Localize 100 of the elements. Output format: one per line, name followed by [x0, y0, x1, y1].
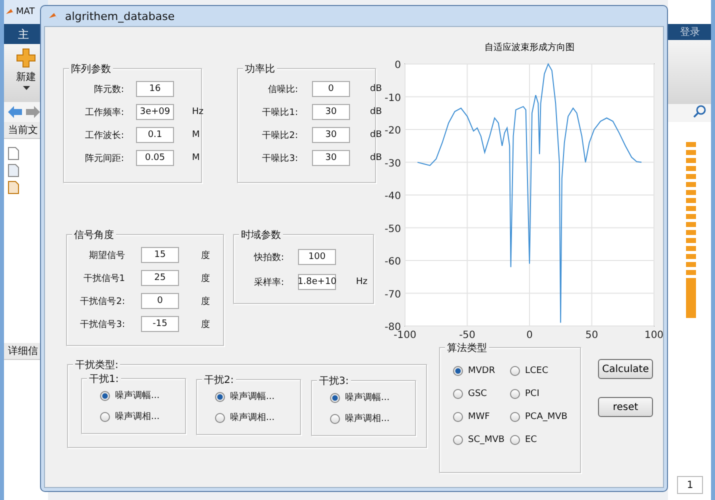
chart-title: 自适应波束形成方向图 — [484, 43, 574, 53]
radio-icon[interactable] — [330, 414, 340, 424]
file-icon[interactable] — [8, 181, 19, 194]
radio-icon[interactable] — [330, 392, 340, 402]
radio-option[interactable]: SC_MVB — [453, 435, 510, 445]
input-field[interactable]: 0.05 — [136, 150, 174, 166]
radio-option[interactable]: 噪声调相... — [100, 410, 185, 423]
radio-option[interactable]: PCA_MVB — [510, 412, 580, 422]
input-field[interactable]: 0.1 — [136, 127, 174, 143]
field-label: 阵元间距: — [84, 152, 124, 164]
input-field[interactable]: 16 — [136, 81, 174, 97]
radio-option[interactable]: 噪声调相... — [330, 412, 415, 425]
unit-label: 度 — [200, 272, 211, 284]
y-tick-label: -70 — [384, 289, 401, 300]
unit-label: 度 — [200, 296, 211, 308]
page-field[interactable]: 1 — [677, 476, 703, 494]
radio-icon[interactable] — [453, 389, 463, 399]
radio-icon[interactable] — [510, 389, 520, 399]
field-label: 采样率: — [252, 276, 284, 288]
radio-icon[interactable] — [215, 392, 225, 402]
field-label: 干扰信号3: — [79, 318, 125, 330]
radio-option[interactable]: 噪声调幅... — [215, 390, 300, 403]
radio-icon[interactable] — [453, 366, 463, 376]
x-tick-label: 50 — [585, 330, 598, 341]
radio-option[interactable]: MVDR — [453, 366, 510, 376]
field-label: 干扰信号2: — [79, 296, 125, 308]
input-field[interactable]: 0 — [312, 81, 350, 97]
field-label: 信噪比: — [266, 84, 298, 96]
radio-icon[interactable] — [510, 366, 520, 376]
panel-title: 干扰类型: — [73, 358, 120, 372]
radio-icon[interactable] — [453, 435, 463, 445]
input-field[interactable]: 1.8e+10 — [298, 274, 336, 290]
radio-option[interactable]: 噪声调幅... — [100, 389, 185, 402]
panel-title: 干扰2: — [202, 373, 236, 387]
window-title: algrithem_database — [65, 10, 175, 22]
unit-label: Hz — [191, 107, 204, 117]
x-tick-label: 0 — [526, 330, 533, 341]
unit-label: dB — [369, 130, 382, 140]
radio-option[interactable]: 噪声调相... — [215, 411, 300, 424]
field-label: 干扰信号1 — [82, 272, 125, 284]
unit-label: 度 — [200, 250, 211, 262]
reset-button[interactable]: reset — [598, 397, 653, 417]
y-tick-label: -10 — [384, 92, 401, 104]
field-label: 快拍数: — [252, 252, 284, 264]
input-field[interactable]: -15 — [141, 316, 179, 332]
panel-title: 算法类型 — [445, 341, 489, 355]
file-icon[interactable] — [8, 147, 19, 160]
y-tick-label: -40 — [384, 191, 401, 202]
new-button[interactable]: 新建 — [16, 70, 36, 84]
radio-icon[interactable] — [100, 412, 110, 422]
field-label: 干噪比3: — [261, 152, 298, 164]
unit-label: dB — [369, 84, 382, 94]
ribbon-tab[interactable]: 主 — [18, 26, 29, 42]
input-field[interactable]: 25 — [141, 270, 179, 286]
x-tick-label: -100 — [394, 330, 416, 341]
forward-arrow-icon[interactable] — [26, 106, 40, 118]
app-title: MAT — [16, 7, 35, 17]
unit-label: 度 — [200, 318, 211, 330]
plus-icon[interactable] — [16, 48, 36, 68]
panel-title: 干扰1: — [87, 372, 121, 386]
input-field[interactable]: 30 — [312, 104, 350, 120]
panel-title: 功率比 — [243, 62, 277, 76]
field-label: 干噪比1: — [261, 106, 298, 118]
radio-icon[interactable] — [100, 390, 110, 400]
y-tick-label: -30 — [384, 158, 401, 170]
unit-label: dB — [369, 107, 382, 117]
panel-title: 干扰3: — [317, 374, 351, 388]
radio-option[interactable]: EC — [510, 435, 580, 445]
field-label: 工作波长: — [84, 130, 124, 142]
radio-option[interactable]: LCEC — [510, 366, 580, 376]
panel-title: 阵列参数 — [69, 62, 113, 76]
back-arrow-icon[interactable] — [8, 106, 22, 118]
calculate-button[interactable]: Calculate — [598, 359, 653, 379]
panel-title: 时域参数 — [239, 228, 283, 242]
radio-option[interactable]: PCI — [510, 389, 580, 399]
file-icon[interactable] — [8, 164, 19, 177]
input-field[interactable]: 30 — [312, 127, 350, 143]
input-field[interactable]: 0 — [141, 293, 179, 309]
input-field[interactable]: 3e+09 — [136, 104, 174, 120]
input-field[interactable]: 15 — [141, 247, 179, 263]
field-label: 干噪比2: — [261, 130, 298, 142]
radio-option[interactable]: GSC — [453, 389, 510, 399]
unit-label: M — [191, 130, 201, 140]
sign-in-bar[interactable]: 登录 — [668, 24, 711, 40]
radio-icon[interactable] — [453, 412, 463, 422]
radio-icon[interactable] — [510, 412, 520, 422]
unit-label: M — [191, 153, 201, 163]
search-icon[interactable] — [693, 104, 707, 118]
caret-icon[interactable] — [22, 86, 30, 90]
input-field[interactable]: 30 — [312, 150, 350, 166]
radio-icon[interactable] — [510, 435, 520, 445]
radio-option[interactable]: MWF — [453, 412, 510, 422]
y-tick-label: 0 — [394, 60, 401, 71]
radio-icon[interactable] — [215, 412, 225, 422]
field-label: 阵元数: — [92, 84, 124, 96]
input-field[interactable]: 100 — [298, 249, 336, 265]
panel-title: 信号角度 — [72, 228, 116, 242]
field-label: 工作频率: — [84, 106, 124, 118]
x-tick-label: 100 — [644, 330, 664, 341]
radio-option[interactable]: 噪声调幅... — [330, 391, 415, 404]
